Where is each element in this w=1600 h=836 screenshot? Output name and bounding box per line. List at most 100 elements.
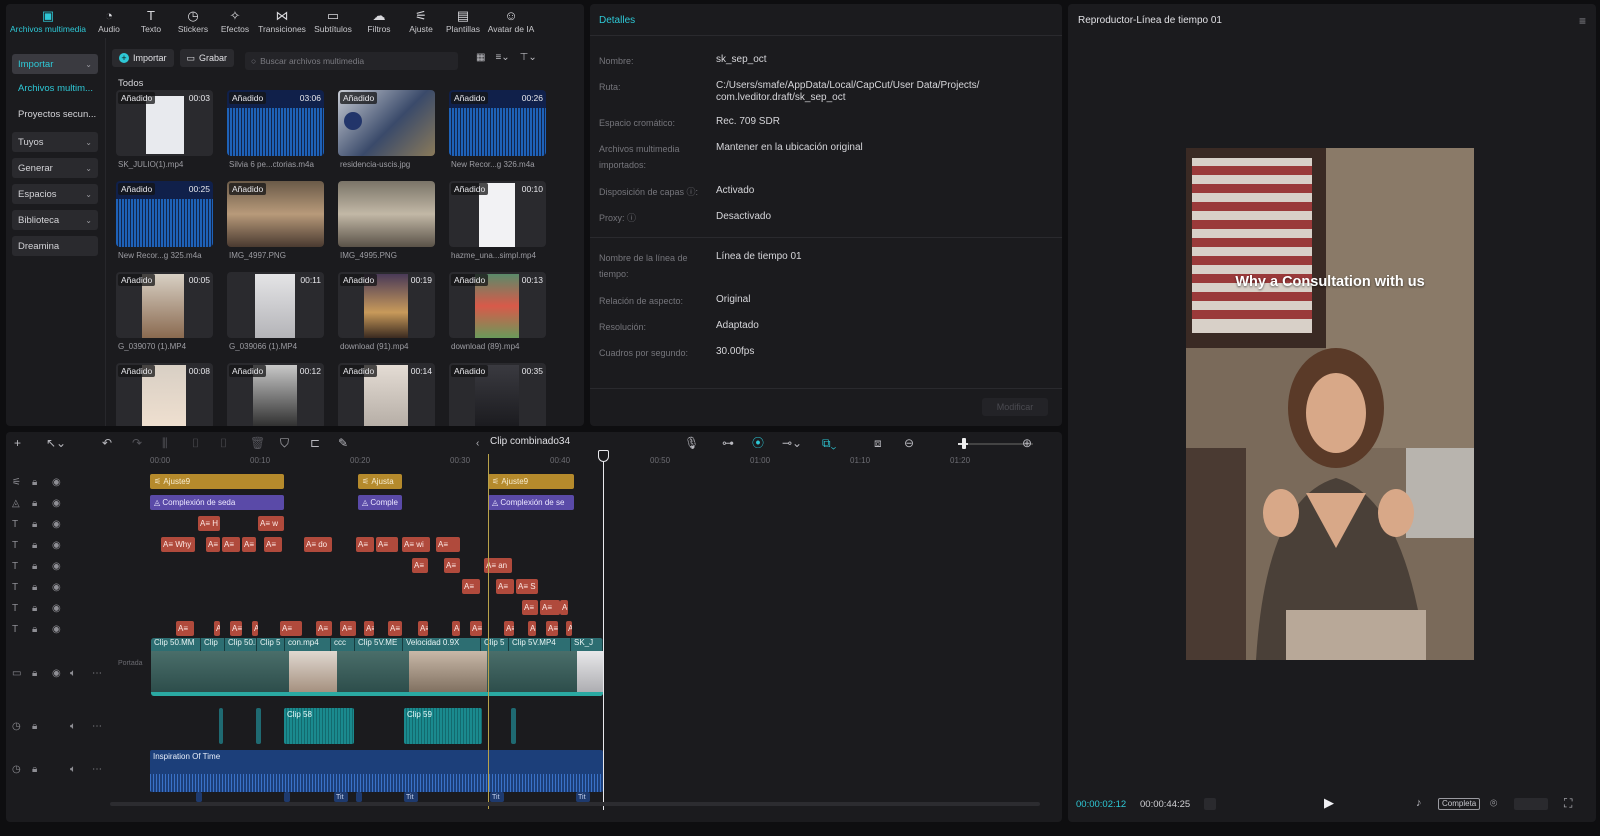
tab-effects[interactable]: ✧ Efectos <box>214 4 256 36</box>
record-button[interactable]: ▭ Grabar <box>179 49 235 67</box>
speaker-icon[interactable]: 🔈︎ <box>70 668 76 679</box>
video-clip-label[interactable]: Clip 5 <box>257 638 285 651</box>
more-icon[interactable]: ⋯ <box>92 764 102 775</box>
text-clip[interactable]: A≡ wi <box>402 537 430 552</box>
title-marker[interactable] <box>196 792 202 802</box>
back-icon[interactable]: ‹ <box>476 438 479 450</box>
text-clip[interactable]: A≡ <box>364 621 374 636</box>
text-clip[interactable]: A≡ Why <box>161 537 195 552</box>
text-clip[interactable]: A≡ do <box>304 537 332 552</box>
text-track-icon[interactable]: T <box>12 582 18 593</box>
sort-icon[interactable]: ≡⌄ <box>495 52 509 63</box>
sidebar-item-projects[interactable]: Proyectos secun... <box>18 109 96 120</box>
marker-icon[interactable]: ⛉ <box>280 437 289 449</box>
text-clip[interactable]: A≡ <box>504 621 514 636</box>
media-thumb[interactable]: Añadido 00:19 <box>338 272 435 338</box>
tab-audio[interactable]: ◔ Audio <box>88 4 130 36</box>
text-track-icon[interactable]: T <box>12 624 18 635</box>
text-clip[interactable]: A≡ <box>470 621 482 636</box>
sidebar-item-dreamina[interactable]: Dreamina <box>12 236 98 256</box>
lock-icon[interactable]: 🔒︎ <box>32 721 37 732</box>
media-thumb[interactable]: Añadido 00:03 <box>116 90 213 156</box>
lock-icon[interactable]: 🔒︎ <box>32 668 37 679</box>
video-clip-label[interactable]: Clip 50.MM <box>151 638 201 651</box>
lock-icon[interactable]: 🔒︎ <box>32 561 37 572</box>
lock-icon[interactable]: 🔒︎ <box>32 624 37 635</box>
filter-all-label[interactable]: Todos <box>118 78 143 89</box>
sidebar-import-button[interactable]: Importar ⌄ <box>12 54 98 74</box>
more-icon[interactable]: ⋯ <box>92 668 102 679</box>
effect-track-icon[interactable]: ◬ <box>12 498 20 509</box>
tab-subtitles[interactable]: ▭ Subtítulos <box>308 4 358 36</box>
sidebar-item-generar[interactable]: Generar ⌄ <box>12 158 98 178</box>
fit-button[interactable]: Completa <box>1438 798 1481 810</box>
tab-media[interactable]: ▣ Archivos multimedia <box>8 4 88 36</box>
text-clip[interactable]: A≡ <box>176 621 194 636</box>
text-clip[interactable]: A≡ <box>340 621 356 636</box>
audio-sliver[interactable] <box>219 708 223 744</box>
video-track-icon[interactable]: ▭ <box>12 668 21 679</box>
title-marker[interactable] <box>356 792 362 802</box>
media-thumb[interactable]: Añadido <box>338 90 435 156</box>
text-clip[interactable]: A≡ <box>418 621 428 636</box>
eye-icon[interactable]: ◉ <box>52 498 61 509</box>
sidebar-item-tuyos[interactable]: Tuyos ⌄ <box>12 132 98 152</box>
eye-icon[interactable]: ◉ <box>52 603 61 614</box>
modify-button[interactable]: Modificar <box>982 398 1048 416</box>
chain-icon[interactable]: ⊸⌄ <box>782 437 802 449</box>
speaker-icon[interactable]: 🔈︎ <box>70 721 76 732</box>
video-clip-label[interactable]: ccc <box>331 638 355 651</box>
eye-icon[interactable]: ◉ <box>52 668 61 679</box>
freeze-icon[interactable]: ⊏ <box>310 437 320 449</box>
adjust-track-icon[interactable]: ⚟ <box>12 477 21 488</box>
eye-icon[interactable]: ◉ <box>52 540 61 551</box>
zoom-in-icon[interactable]: ⊕ <box>1022 437 1032 449</box>
ratio-button[interactable] <box>1514 798 1548 810</box>
tab-transitions[interactable]: ⋈ Transiciones <box>256 4 308 36</box>
eye-icon[interactable]: ◉ <box>52 561 61 572</box>
text-clip[interactable]: A≡ <box>242 537 256 552</box>
text-clip[interactable]: A≡ <box>280 621 302 636</box>
text-clip[interactable]: A≡ <box>388 621 402 636</box>
music-track-icon[interactable]: ◷ <box>12 764 21 775</box>
tiktok-icon[interactable]: ♪ <box>1416 797 1422 809</box>
adjust-clip[interactable]: ⚟ Ajuste9 <box>150 474 284 489</box>
timecode-icon[interactable] <box>1204 798 1216 810</box>
text-clip[interactable]: A≡ <box>540 600 560 615</box>
effect-clip[interactable]: ◬ Comple <box>358 495 402 510</box>
text-clip[interactable]: A≡ <box>566 621 572 636</box>
tab-templates[interactable]: ▤ Plantillas <box>442 4 484 36</box>
media-thumb[interactable]: 00:11 <box>227 272 324 338</box>
play-icon[interactable]: ▶ <box>1324 795 1334 811</box>
fullscreen-icon[interactable]: ⛶ <box>1564 796 1572 811</box>
speaker-icon[interactable]: 🔈︎ <box>70 764 76 775</box>
undo-icon[interactable]: ↶ <box>102 437 112 449</box>
title-marker[interactable]: Tit <box>334 792 348 802</box>
media-thumb[interactable] <box>338 181 435 247</box>
link-icon[interactable]: ⊶ <box>722 437 734 449</box>
text-clip[interactable]: A≡ <box>528 621 536 636</box>
text-track-icon[interactable]: T <box>12 561 18 572</box>
trim-left-icon[interactable]: ⌷ <box>192 437 199 449</box>
text-clip[interactable]: A≡ <box>560 600 568 615</box>
text-clip[interactable]: A≡ <box>356 537 374 552</box>
select-icon[interactable]: ↖⌄ <box>46 437 66 449</box>
video-clip-label[interactable]: SK_J <box>571 638 603 651</box>
title-marker[interactable]: Tit <box>404 792 418 802</box>
media-thumb[interactable]: Añadido 00:13 <box>449 272 546 338</box>
trim-right-icon[interactable]: ⌷ <box>220 437 227 449</box>
auto-edit-icon[interactable]: ✎ <box>338 437 348 449</box>
text-clip[interactable]: A≡ <box>496 579 514 594</box>
text-clip[interactable]: A≡ <box>546 621 558 636</box>
media-thumb[interactable]: Añadido 00:35 <box>449 363 546 426</box>
text-clip[interactable]: A≡ <box>522 600 538 615</box>
zoom-out-icon[interactable]: ⊖ <box>904 437 914 449</box>
video-clip-label[interactable]: Velocidad 0.9X <box>403 638 481 651</box>
timeline-scrollbar[interactable] <box>110 802 1040 806</box>
audio-clip[interactable]: Clip 59 <box>404 708 482 744</box>
text-clip[interactable]: A≡ <box>264 537 282 552</box>
text-clip[interactable]: A≡ <box>462 579 480 594</box>
video-clip-label[interactable]: Clip <box>201 638 225 651</box>
text-track-icon[interactable]: T <box>12 540 18 551</box>
caption-icon[interactable]: ⧈ <box>874 437 882 449</box>
